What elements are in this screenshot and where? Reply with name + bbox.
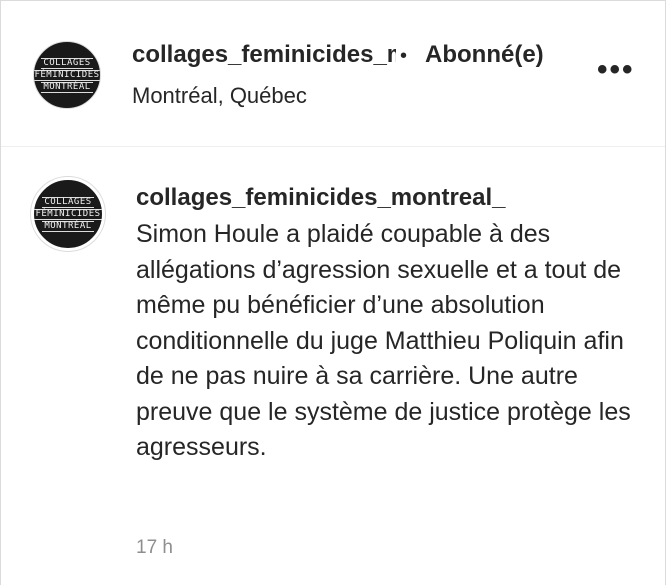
location-link[interactable]: Montréal, Québec: [132, 83, 307, 109]
caption-text: Simon Houle a plaidé coupable à des allé…: [136, 220, 631, 461]
avatar[interactable]: COLLAGES FÉMINICIDES MONTRÉAL: [33, 41, 101, 109]
post-panel: COLLAGES FÉMINICIDES MONTRÉAL collages_f…: [0, 0, 666, 585]
caption-username-link[interactable]: collages_feminicides_montreal_: [136, 184, 506, 212]
separator-dot: •: [400, 45, 408, 67]
username-link[interactable]: collages_feminicides_montreal_: [132, 41, 396, 69]
collages-logo: COLLAGES FÉMINICIDES MONTRÉAL: [34, 57, 100, 93]
caption-avatar[interactable]: COLLAGES FÉMINICIDES MONTRÉAL: [31, 177, 105, 251]
collages-logo: COLLAGES FÉMINICIDES MONTRÉAL: [34, 196, 102, 232]
following-button[interactable]: Abonné(e): [425, 41, 544, 69]
post-timestamp[interactable]: 17 h: [136, 537, 173, 559]
more-options-icon[interactable]: •••: [597, 53, 635, 87]
post-header: COLLAGES FÉMINICIDES MONTRÉAL collages_f…: [1, 1, 665, 147]
